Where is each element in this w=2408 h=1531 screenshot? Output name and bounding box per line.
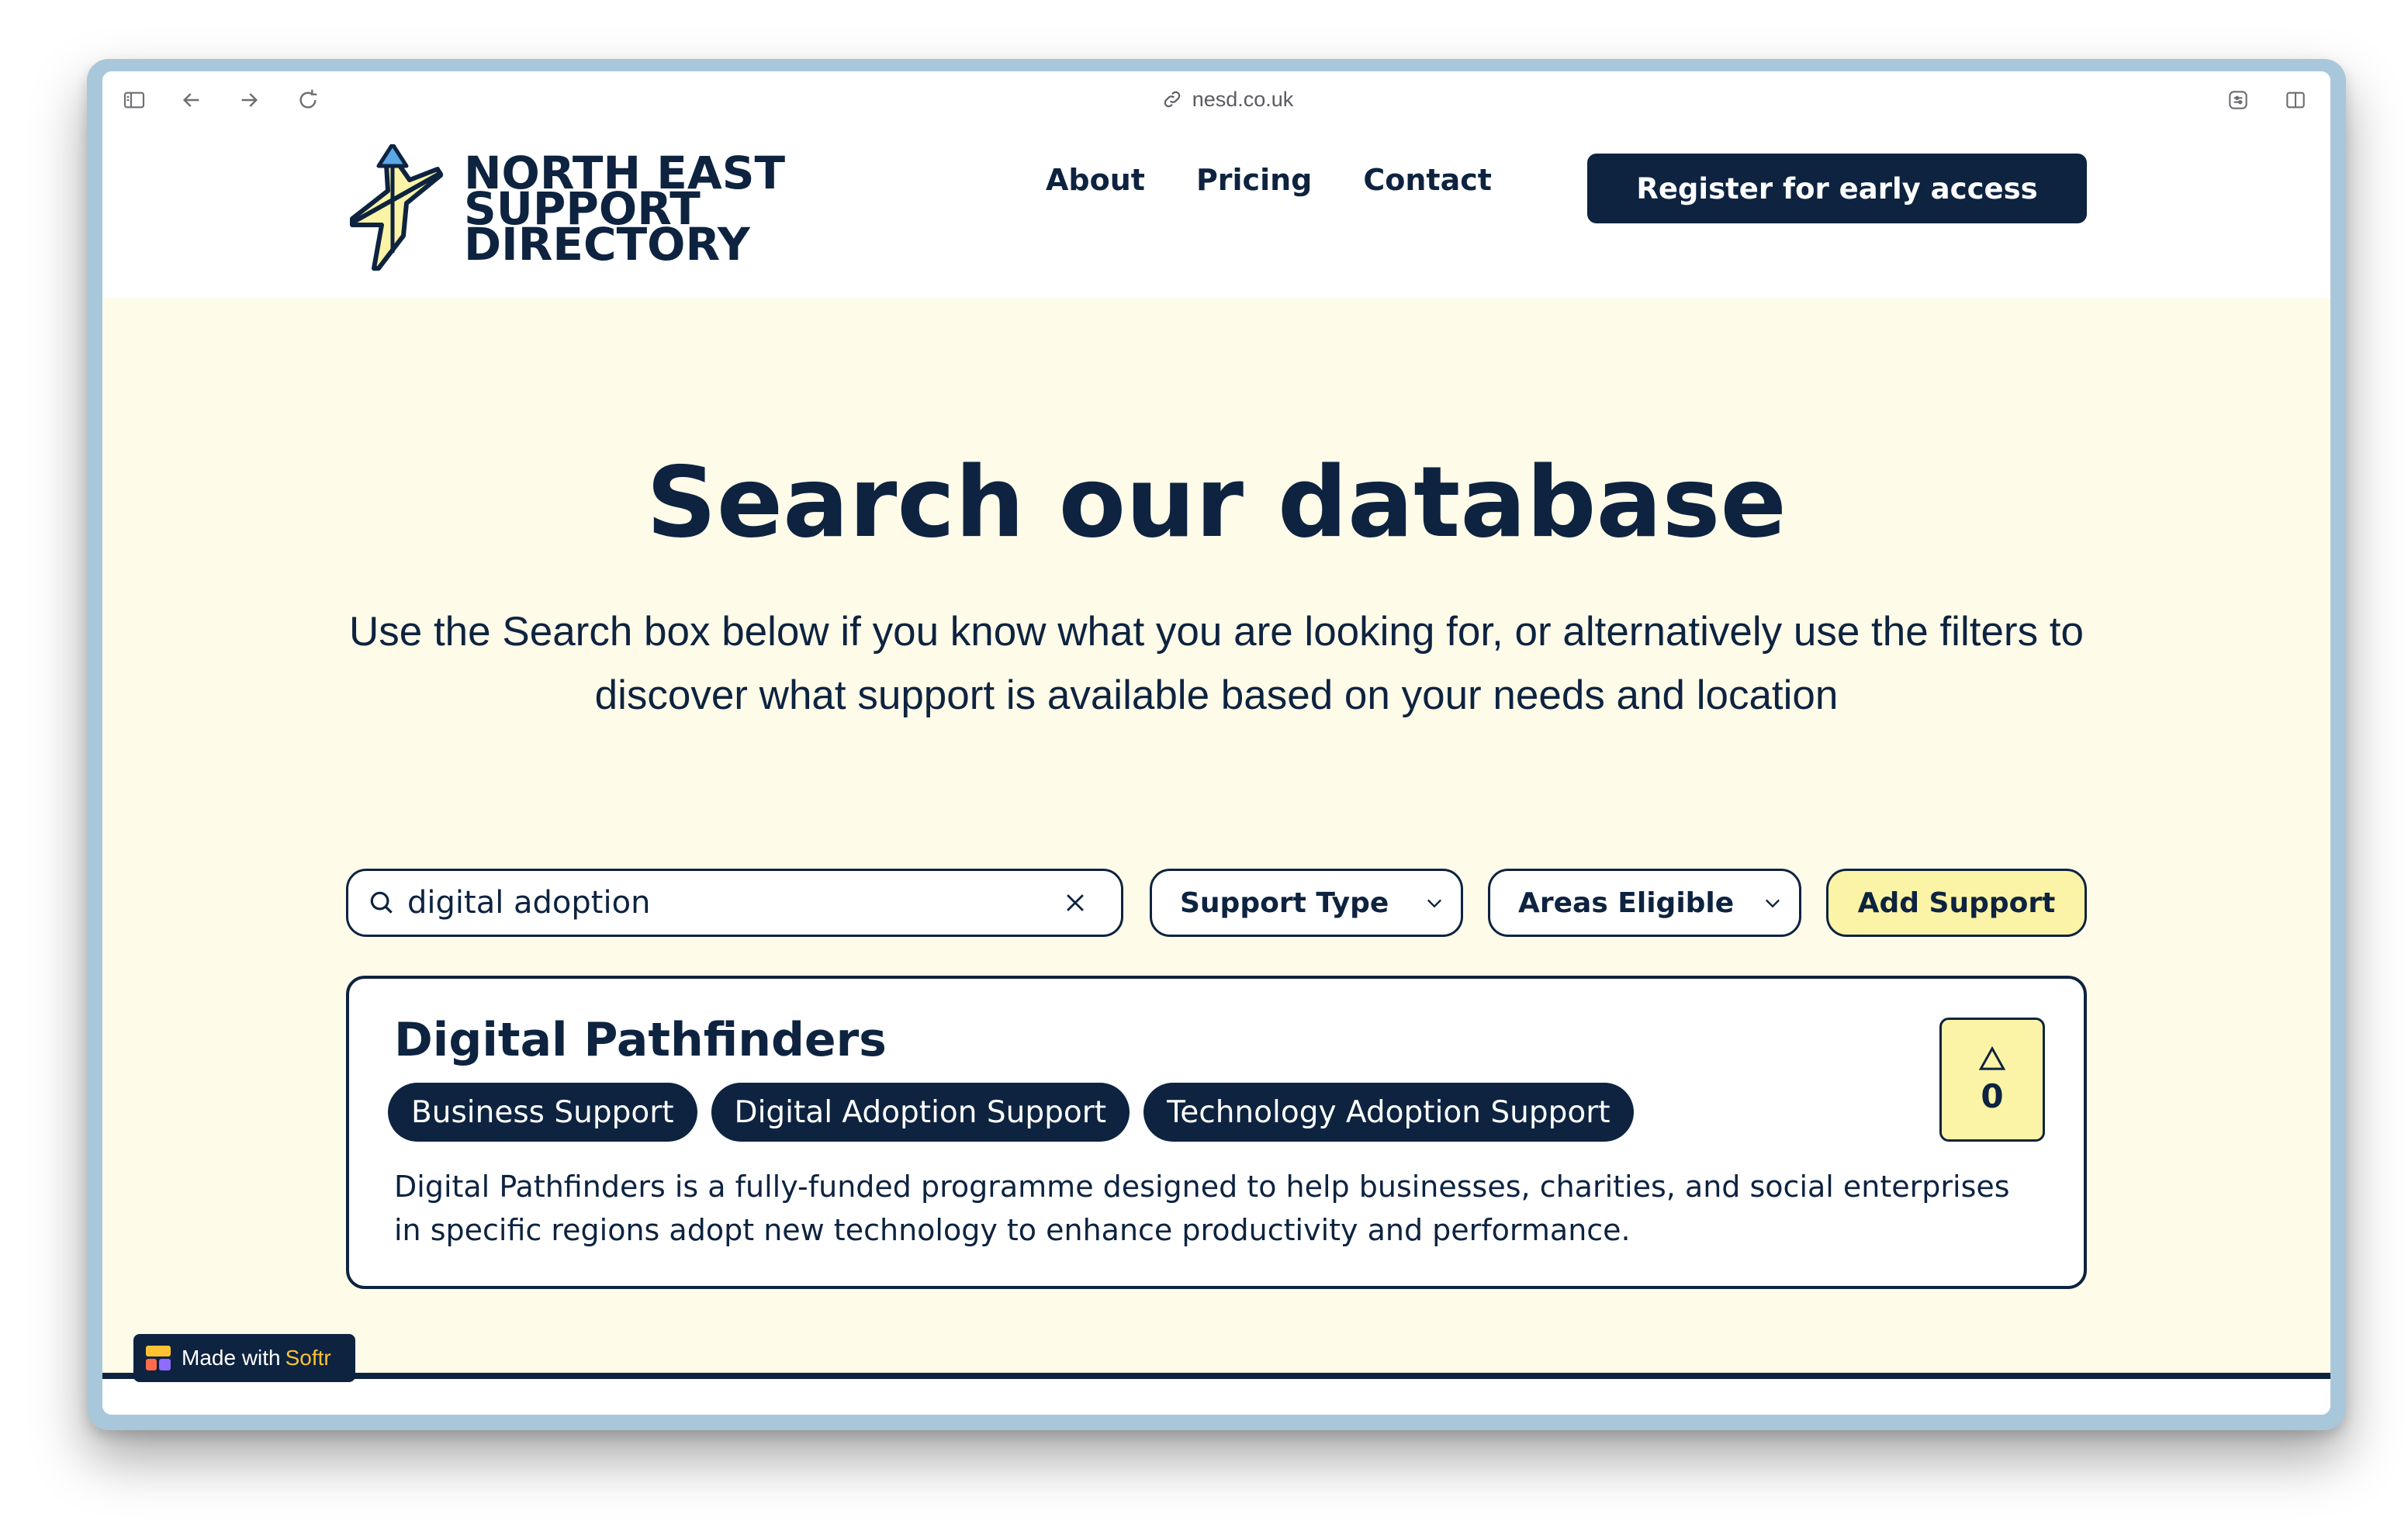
nav-pricing[interactable]: Pricing: [1196, 163, 1312, 197]
nav-about[interactable]: About: [1046, 163, 1145, 197]
link-icon: [1164, 91, 1180, 108]
triangle-up-icon: [1978, 1045, 2006, 1070]
main-nav: About Pricing Contact: [1046, 163, 1492, 197]
upvote-button[interactable]: 0: [1939, 1018, 2045, 1142]
address-bar[interactable]: nesd.co.uk: [1111, 85, 1344, 113]
register-button[interactable]: Register for early access: [1587, 154, 2087, 223]
badge-brand: Softr: [285, 1346, 331, 1370]
logo-wordmark: NORTH EAST SUPPORT DIRECTORY: [464, 150, 785, 271]
chevron-down-icon: [1766, 899, 1780, 908]
add-support-button[interactable]: Add Support: [1826, 869, 2087, 937]
footer-divider: [102, 1373, 2330, 1379]
lightning-logo-icon: [350, 144, 444, 271]
browser-window: nesd.co.uk NORTH EAST SUPPORT DIRECTORY …: [102, 71, 2330, 1415]
made-with-softr-badge[interactable]: Made with Softr: [133, 1334, 355, 1382]
support-type-dropdown[interactable]: Support Type: [1150, 869, 1463, 937]
tag-badge: Technology Adoption Support: [1143, 1083, 1634, 1142]
site-logo[interactable]: NORTH EAST SUPPORT DIRECTORY: [343, 144, 808, 276]
dropdown-label: Support Type: [1180, 886, 1389, 919]
logo-line: DIRECTORY: [464, 218, 750, 271]
extensions-icon[interactable]: [2225, 87, 2251, 113]
nav-contact[interactable]: Contact: [1363, 163, 1492, 197]
browser-toolbar: nesd.co.uk: [102, 71, 2330, 127]
back-arrow-icon[interactable]: [178, 87, 205, 113]
url-text: nesd.co.uk: [1192, 87, 1294, 111]
forward-arrow-icon[interactable]: [236, 87, 262, 113]
dropdown-label: Areas Eligible: [1518, 886, 1735, 919]
sidebar-toggle-icon[interactable]: [121, 87, 147, 113]
areas-eligible-dropdown[interactable]: Areas Eligible: [1488, 869, 1801, 937]
clear-icon[interactable]: [1062, 890, 1088, 916]
page-title: Search our database: [645, 445, 1787, 559]
badge-prefix: Made with: [182, 1346, 281, 1370]
softr-logo-icon: [146, 1346, 171, 1370]
result-description: Digital Pathfinders is a fully-funded pr…: [394, 1170, 2010, 1247]
chevron-down-icon: [1427, 899, 1441, 908]
main-content: Search our database Use the Search box b…: [102, 298, 2330, 1415]
result-tags: Business Support Digital Adoption Suppor…: [388, 1083, 1634, 1142]
search-input[interactable]: [407, 880, 1062, 926]
tag-badge: Digital Adoption Support: [711, 1083, 1130, 1142]
page-subtitle: Use the Search box below if you know wha…: [348, 609, 2084, 718]
tag-badge: Business Support: [388, 1083, 697, 1142]
search-icon: [370, 891, 393, 914]
reload-icon[interactable]: [295, 87, 321, 113]
result-card[interactable]: Digital Pathfinders Business Support Dig…: [346, 976, 2087, 1289]
search-box[interactable]: [346, 869, 1123, 937]
result-title[interactable]: Digital Pathfinders: [394, 1013, 887, 1067]
vote-count: 0: [1981, 1077, 2004, 1115]
split-view-icon[interactable]: [2282, 87, 2309, 113]
footer-strip: [102, 1379, 2330, 1415]
